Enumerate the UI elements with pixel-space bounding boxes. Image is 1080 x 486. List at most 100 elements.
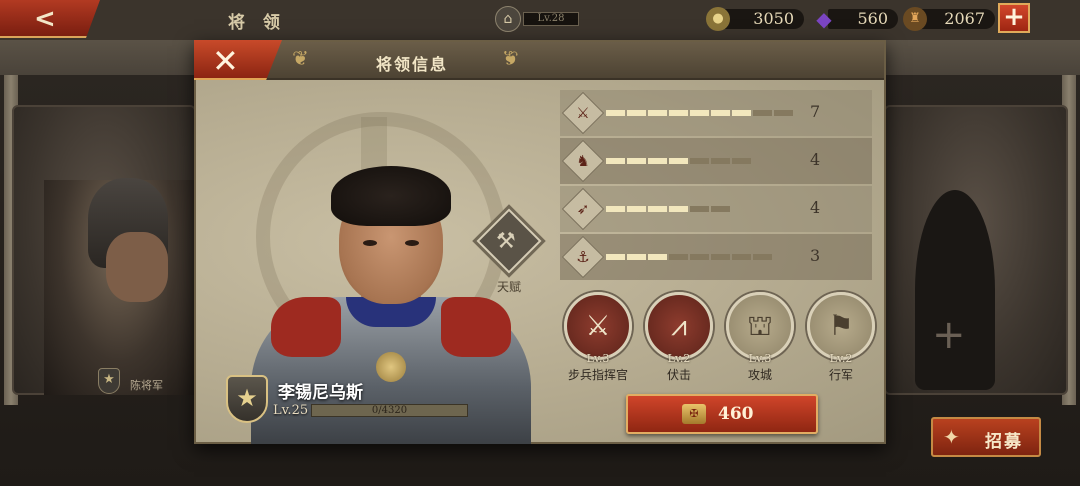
stat-bar-segment: [774, 110, 793, 116]
stat-bar-segment: [690, 158, 709, 164]
skill-name: 行军: [828, 368, 853, 382]
hero-level: Lv.25: [273, 403, 309, 418]
back-button[interactable]: <: [0, 0, 100, 38]
hero-eye: [363, 240, 377, 246]
hero-name: 李锡尼乌斯: [278, 383, 363, 403]
stat-value: 4: [810, 198, 821, 217]
hero-eye: [405, 240, 419, 246]
stat-row: ⚓ 3: [560, 234, 872, 280]
stat-bar-segment: [627, 206, 646, 212]
stat-bar-segment: [711, 254, 730, 260]
top-bar: < 将 领 ⌂ Lv.28 3050 ● 560 ◆ 2067 ♜ +: [0, 0, 1080, 38]
recruit-button[interactable]: ✦ 招募: [931, 417, 1041, 457]
player-level-text: Lv.28: [523, 12, 579, 26]
skill-name: 伏击: [666, 368, 691, 382]
sword-icon-glyph: ⚔: [576, 104, 590, 122]
stat-bar-segment: [732, 158, 751, 164]
stat-bar-segment: [711, 206, 730, 212]
silhouette-icon: [915, 190, 995, 390]
skill-icon: ⚑: [807, 292, 875, 360]
stat-bar-segment: [690, 254, 709, 260]
stat-row: ♞ 4: [560, 138, 872, 184]
sword-icon: ⚔: [561, 91, 605, 135]
star-icon: ★: [98, 368, 120, 394]
stat-bar-segment: [690, 110, 709, 116]
modal-header: ❦ ❦ 将领信息: [196, 42, 884, 80]
skill-level: Lv.2: [829, 352, 853, 365]
bow-icon: ➶: [561, 187, 605, 231]
siege-ram-icon: ⚒: [496, 229, 516, 254]
stat-bar-segment: [648, 206, 667, 212]
upgrade-cost-button[interactable]: ✠ 460: [626, 394, 818, 434]
skill-icon: ⩘: [645, 292, 713, 360]
stat-bar-segment: [606, 206, 625, 212]
hero-cape: [271, 297, 341, 357]
modal-title: 将领信息: [376, 55, 449, 74]
hero-info-modal: ❦ ❦ 将领信息 ✕ ★ 李锡尼乌斯 Lv.25 0/4320 ⚒ 天赋 ⚔ 7 ♞…: [194, 40, 886, 444]
stat-bar-segment: [669, 110, 688, 116]
temple-icon: ⌂: [495, 6, 521, 32]
stat-bar-segment: [627, 110, 646, 116]
stat-value: 3: [810, 246, 821, 265]
stat-bar-segment: [627, 158, 646, 164]
hero-hair: [331, 166, 451, 226]
skill-icon: ⚔: [564, 292, 632, 360]
skill-icon: ⛫: [726, 292, 794, 360]
stat-value: 7: [810, 102, 821, 121]
laurel-icon: ❦: [292, 46, 309, 70]
hero-card-left-label: 陈将军: [130, 379, 163, 392]
hero-cape: [441, 297, 511, 357]
stat-bar-segment: [648, 254, 667, 260]
stat-bar-segment: [753, 254, 772, 260]
stat-bar: [606, 206, 730, 212]
resource-food-value: 2067: [919, 9, 995, 29]
recruit-icon: ✦: [943, 425, 960, 449]
upgrade-cost-value: 460: [718, 404, 754, 424]
stat-bar-segment: [732, 254, 751, 260]
stat-bar-segment: [648, 158, 667, 164]
skill-level: Lv.2: [667, 352, 691, 365]
add-hero-icon: +: [932, 312, 966, 358]
back-arrow-icon: <: [34, 4, 56, 34]
xp-text: 0/4320: [371, 405, 408, 416]
coin-icon: ●: [706, 7, 730, 31]
stat-bar-segment: [648, 110, 667, 116]
stat-bar-segment: [669, 254, 688, 260]
anchor-icon: ⚓: [561, 235, 605, 279]
gem-icon: ◆: [816, 7, 832, 31]
anchor-icon-glyph: ⚓: [576, 248, 590, 266]
bow-icon-glyph: ➶: [576, 200, 590, 218]
horse-icon-glyph: ♞: [576, 152, 590, 170]
stat-bar-segment: [669, 206, 688, 212]
stat-bar-segment: [606, 110, 625, 116]
talent-label: 天赋: [496, 280, 521, 294]
stat-row: ⚔ 7: [560, 90, 872, 136]
star-rank-icon: ★: [226, 375, 268, 423]
resource-gold-value: 3050: [722, 9, 804, 29]
close-icon: ✕: [212, 42, 239, 80]
stat-bar: [606, 110, 793, 116]
stat-bar-segment: [606, 254, 625, 260]
hero-face: [106, 232, 168, 302]
resource-gem-value: 560: [828, 9, 898, 29]
stat-bar: [606, 254, 772, 260]
xp-progress-bar: 0/4320: [311, 404, 468, 417]
talent-button[interactable]: ⚒: [476, 208, 542, 274]
stat-bar-segment: [711, 158, 730, 164]
stat-bar: [606, 158, 751, 164]
stat-bar-segment: [732, 110, 751, 116]
stat-bar-segment: [690, 206, 709, 212]
buy-resource-button[interactable]: +: [998, 3, 1030, 33]
skill-name: 攻城: [747, 368, 772, 382]
eagle-medal-icon: [376, 352, 406, 382]
stat-bar-segment: [753, 110, 772, 116]
stat-value: 4: [810, 150, 821, 169]
recruit-label: 招募: [985, 432, 1023, 452]
stat-bar-segment: [627, 254, 646, 260]
horse-icon: ♞: [561, 139, 605, 183]
skill-level: Lv.3: [748, 352, 772, 365]
stat-bar-segment: [606, 158, 625, 164]
laurel-icon: ❦: [502, 46, 519, 70]
page-title: 将 领: [228, 13, 286, 33]
skill-level: Lv.3: [586, 352, 610, 365]
